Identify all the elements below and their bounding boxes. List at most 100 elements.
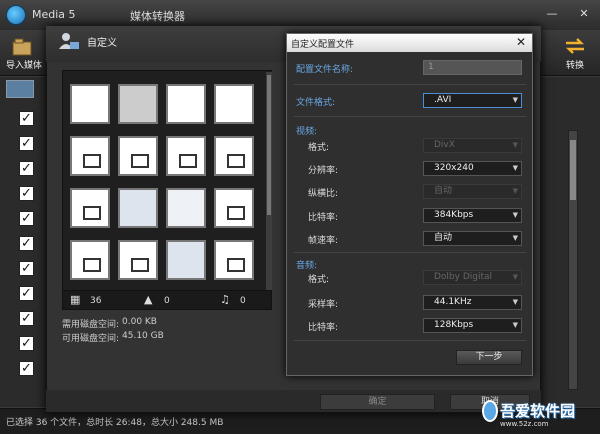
user-profile-icon bbox=[59, 33, 79, 49]
thumbnail[interactable] bbox=[70, 188, 110, 228]
row-checkbox[interactable]: ✓ bbox=[19, 286, 34, 301]
disk-required-value: 0.00 KB bbox=[122, 317, 157, 327]
divider bbox=[294, 340, 526, 341]
thumbnail[interactable] bbox=[118, 136, 158, 176]
row-checkbox[interactable]: ✓ bbox=[19, 336, 34, 351]
image-count: 0 bbox=[164, 296, 170, 306]
row-checkbox[interactable]: ✓ bbox=[19, 236, 34, 251]
sample-rate-select[interactable]: 44.1KHz ▼ bbox=[423, 295, 522, 310]
thumbnail[interactable] bbox=[214, 188, 254, 228]
thumbnail[interactable] bbox=[166, 84, 206, 124]
thumbnail[interactable] bbox=[214, 84, 254, 124]
row-checkbox[interactable]: ✓ bbox=[19, 186, 34, 201]
audio-format-select: Dolby Digital ▼ bbox=[423, 270, 522, 285]
chevron-down-icon: ▼ bbox=[512, 96, 518, 104]
frame-rate-select[interactable]: 自动 ▼ bbox=[423, 231, 522, 246]
video-count: 36 bbox=[90, 296, 102, 306]
app-logo-icon bbox=[6, 5, 26, 25]
divider bbox=[294, 84, 526, 85]
audio-format-value: Dolby Digital bbox=[434, 272, 493, 282]
row-checkbox[interactable]: ✓ bbox=[19, 261, 34, 276]
divider bbox=[294, 116, 526, 117]
profile-config-title: 自定义配置文件 bbox=[291, 40, 355, 50]
status-text: 已选择 36 个文件，总时长 26:48，总大小 248.5 MB bbox=[6, 418, 224, 428]
disk-available-value: 45.10 GB bbox=[122, 331, 164, 341]
watermark-url: www.52z.com bbox=[500, 420, 549, 428]
frame-rate-label: 帧速率: bbox=[308, 236, 339, 246]
close-icon[interactable]: ✕ bbox=[576, 6, 592, 22]
profile-name-label: 配置文件名称: bbox=[296, 65, 354, 75]
thumbnail[interactable] bbox=[166, 188, 206, 228]
thumbnail[interactable] bbox=[70, 84, 110, 124]
audio-bitrate-select[interactable]: 128Kbps ▼ bbox=[423, 318, 522, 333]
video-section-label: 视频: bbox=[296, 127, 318, 137]
audio-format-label: 格式: bbox=[308, 275, 330, 285]
import-media-icon[interactable] bbox=[12, 38, 32, 56]
aspect-ratio-value: 自动 bbox=[434, 186, 453, 196]
select-all-icon[interactable] bbox=[6, 80, 34, 98]
video-resolution-select[interactable]: 320x240 ▼ bbox=[423, 161, 522, 176]
thumbnail[interactable] bbox=[214, 136, 254, 176]
row-checkbox[interactable]: ✓ bbox=[19, 111, 34, 126]
chevron-down-icon: ▼ bbox=[512, 211, 518, 219]
row-checkbox[interactable]: ✓ bbox=[19, 161, 34, 176]
watermark-title: 吾爱软件园 bbox=[500, 402, 576, 420]
file-format-value: .AVI bbox=[434, 95, 452, 105]
video-format-label: 格式: bbox=[308, 143, 330, 153]
video-bitrate-select[interactable]: 384Kbps ▼ bbox=[423, 208, 522, 223]
row-checkbox[interactable]: ✓ bbox=[19, 211, 34, 226]
watermark-logo-icon bbox=[482, 400, 498, 422]
convert-button[interactable]: 转换 bbox=[566, 58, 584, 71]
video-format-select: DivX ▼ bbox=[423, 138, 522, 153]
file-format-label: 文件格式: bbox=[296, 98, 336, 108]
file-list-scroll-thumb[interactable] bbox=[570, 140, 576, 200]
row-checkbox[interactable]: ✓ bbox=[19, 136, 34, 151]
chevron-down-icon: ▼ bbox=[512, 273, 518, 281]
chevron-down-icon: ▼ bbox=[512, 298, 518, 306]
audio-count: 0 bbox=[240, 296, 246, 306]
sample-rate-value: 44.1KHz bbox=[434, 297, 472, 307]
video-resolution-label: 分辨率: bbox=[308, 166, 339, 176]
app-title: Media 5 bbox=[32, 8, 76, 21]
row-checkbox[interactable]: ✓ bbox=[19, 361, 34, 376]
thumbnail[interactable] bbox=[214, 240, 254, 280]
file-format-select[interactable]: .AVI ▼ bbox=[423, 93, 522, 108]
close-icon[interactable]: ✕ bbox=[516, 35, 526, 49]
custom-dialog-title: 自定义 bbox=[87, 38, 117, 49]
convert-icon[interactable] bbox=[564, 38, 586, 54]
thumbnail[interactable] bbox=[118, 240, 158, 280]
video-bitrate-value: 384Kbps bbox=[434, 210, 474, 220]
profile-name-input[interactable]: 1 bbox=[423, 60, 522, 75]
divider bbox=[294, 252, 526, 253]
audio-bitrate-value: 128Kbps bbox=[434, 320, 474, 330]
minimize-icon[interactable]: — bbox=[544, 6, 560, 22]
disk-available-label: 可用磁盘空间: bbox=[62, 334, 120, 344]
chevron-down-icon: ▼ bbox=[512, 164, 518, 172]
thumbnail[interactable] bbox=[118, 188, 158, 228]
next-button[interactable]: 下一步 bbox=[456, 350, 522, 365]
disk-required-label: 需用磁盘空间: bbox=[62, 320, 120, 330]
row-checkbox[interactable]: ✓ bbox=[19, 311, 34, 326]
chevron-down-icon: ▼ bbox=[512, 321, 518, 329]
import-media-button[interactable]: 导入媒体 bbox=[6, 58, 42, 71]
chevron-down-icon: ▼ bbox=[512, 187, 518, 195]
audio-section-label: 音频: bbox=[296, 261, 318, 271]
aspect-ratio-select: 自动 ▼ bbox=[423, 184, 522, 199]
video-resolution-value: 320x240 bbox=[434, 163, 474, 173]
thumbnail[interactable] bbox=[70, 136, 110, 176]
app-subtitle: 媒体转换器 bbox=[130, 10, 185, 23]
video-count-icon: ▦ bbox=[70, 293, 81, 306]
image-count-icon: ▲ bbox=[144, 293, 153, 306]
audio-count-icon: ♫ bbox=[220, 293, 230, 306]
ok-button[interactable]: 确定 bbox=[320, 394, 435, 410]
chevron-down-icon: ▼ bbox=[512, 141, 518, 149]
thumbnail[interactable] bbox=[166, 240, 206, 280]
thumbnail[interactable] bbox=[70, 240, 110, 280]
frame-rate-value: 自动 bbox=[434, 233, 453, 243]
audio-bitrate-label: 比特率: bbox=[308, 323, 339, 333]
thumbnail[interactable] bbox=[118, 84, 158, 124]
video-bitrate-label: 比特率: bbox=[308, 213, 339, 223]
chevron-down-icon: ▼ bbox=[512, 234, 518, 242]
thumbnail[interactable] bbox=[166, 136, 206, 176]
thumbnail-scroll-thumb[interactable] bbox=[267, 75, 271, 215]
